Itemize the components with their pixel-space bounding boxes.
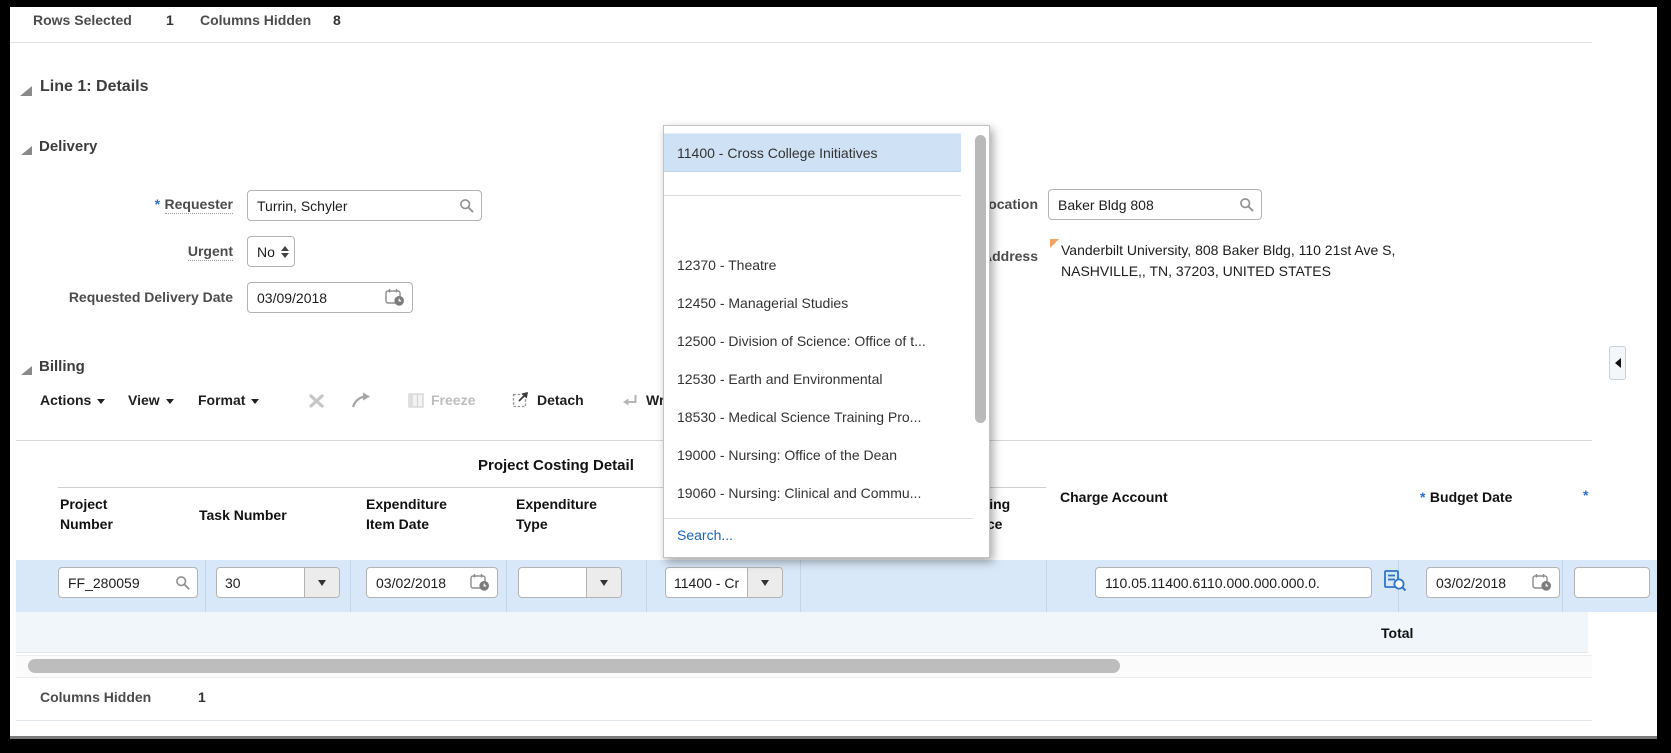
rows-selected-label: Rows Selected	[33, 12, 132, 28]
column-header-expenditure-item-date[interactable]: Expenditure Item Date	[366, 494, 447, 534]
combobox-dropdown-button[interactable]	[586, 568, 621, 597]
budget-date-value: 03/02/2018	[1436, 575, 1532, 591]
column-header-expenditure-type[interactable]: Expenditure Type	[516, 494, 597, 534]
column-separator	[1046, 560, 1047, 612]
required-asterisk: *	[1420, 489, 1425, 505]
actions-menu-label: Actions	[40, 392, 91, 408]
date-picker-icon[interactable]	[470, 573, 491, 592]
chevron-down-icon	[761, 580, 769, 586]
detach-button[interactable]: Detach	[512, 391, 584, 408]
list-item[interactable]: 12370 - Theatre	[664, 246, 961, 284]
charge-account-cell-field[interactable]: 110.05.11400.6110.000.000.000.0.	[1095, 567, 1372, 598]
divider	[10, 42, 1592, 43]
date-picker-icon[interactable]	[1532, 573, 1553, 592]
expenditure-type-value	[519, 568, 586, 597]
list-item[interactable]: 19000 - Nursing: Office of the Dean	[664, 436, 961, 474]
share-arrow-icon	[350, 392, 374, 409]
column-header-charge-account[interactable]: Charge Account	[1060, 487, 1168, 507]
chevron-down-icon	[600, 580, 608, 586]
chevron-left-icon	[1615, 358, 1621, 368]
group-header-project-costing: Project Costing Detail	[478, 456, 634, 476]
deliver-to-address-value: Vanderbilt University, 808 Baker Bldg, 1…	[1061, 240, 1395, 282]
chevron-down-icon	[318, 580, 326, 586]
column-separator	[800, 560, 801, 612]
key-flexfield-search-icon[interactable]	[1382, 568, 1408, 594]
column-header-project-number[interactable]: Project Number	[60, 494, 113, 534]
total-row	[16, 612, 1588, 653]
required-asterisk: *	[1583, 487, 1588, 503]
task-number-cell-combobox[interactable]: 30	[216, 567, 340, 598]
freeze-icon	[408, 393, 424, 408]
wrap-icon	[620, 393, 639, 408]
column-separator	[646, 560, 647, 612]
expenditure-type-cell-combobox[interactable]	[518, 567, 622, 598]
horizontal-scrollbar-thumb[interactable]	[28, 659, 1120, 673]
list-item[interactable]: 19060 - Nursing: Clinical and Commu...	[664, 474, 961, 512]
actions-menu[interactable]: Actions	[40, 392, 105, 408]
columns-hidden-top-label: Columns Hidden	[200, 12, 311, 28]
freeze-button[interactable]: Freeze	[408, 392, 475, 408]
list-item-blank[interactable]	[664, 172, 961, 196]
combobox-dropdown-button[interactable]	[747, 568, 782, 597]
task-number-value: 30	[217, 568, 304, 597]
chevron-down-icon	[251, 399, 259, 404]
detach-label: Detach	[537, 392, 584, 408]
format-menu[interactable]: Format	[198, 392, 259, 408]
total-label: Total	[1381, 623, 1413, 643]
columns-hidden-top-value: 8	[333, 12, 341, 28]
divider	[16, 720, 1592, 721]
budget-date-cell-field[interactable]: 03/02/2018	[1426, 567, 1560, 598]
deliver-to-location-field[interactable]: Baker Bldg 808	[1048, 189, 1262, 220]
requested-delivery-date-field[interactable]: 03/09/2018	[247, 282, 413, 313]
line-details-section-title[interactable]: Line 1: Details	[40, 78, 148, 96]
billing-section-title[interactable]: Billing	[39, 358, 85, 375]
search-icon[interactable]	[175, 575, 191, 591]
application-window: Rows Selected 1 Columns Hidden 8 Line 1:…	[0, 0, 1671, 753]
search-link[interactable]: Search...	[664, 519, 961, 552]
requested-delivery-date-label-row: Requested Delivery Date	[0, 289, 233, 307]
chevron-down-icon	[97, 399, 105, 404]
list-item[interactable]: 12450 - Managerial Studies	[664, 284, 961, 322]
dropdown-scrollbar-thumb[interactable]	[975, 135, 986, 423]
format-menu-label: Format	[198, 392, 245, 408]
list-item-selected[interactable]: 11400 - Cross College Initiatives	[664, 133, 961, 172]
rows-selected-value: 1	[166, 12, 174, 28]
column-separator	[506, 560, 507, 612]
organization-dropdown-list: 11400 - Cross College Initiatives 12370 …	[663, 125, 990, 558]
view-menu-label: View	[128, 392, 160, 408]
expenditure-organization-value: 11400 - Cr	[666, 568, 747, 597]
freeze-label: Freeze	[431, 392, 475, 408]
budget-date-header-label: Budget Date	[1430, 489, 1512, 505]
column-separator	[205, 560, 206, 612]
delete-icon	[308, 393, 326, 409]
combobox-dropdown-button[interactable]	[304, 568, 339, 597]
column-header-budget-date[interactable]: * Budget Date	[1420, 487, 1512, 507]
column-separator	[1562, 560, 1563, 612]
charge-account-value: 110.05.11400.6110.000.000.000.0.	[1105, 575, 1365, 591]
deliver-to-location-value: Baker Bldg 808	[1058, 197, 1239, 213]
project-number-value: FF_280059	[68, 575, 175, 591]
expenditure-item-date-cell-field[interactable]: 03/02/2018	[366, 567, 498, 598]
detach-icon	[512, 391, 530, 408]
columns-hidden-bottom-label: Columns Hidden	[40, 689, 151, 705]
list-item[interactable]: 18530 - Medical Science Training Pro...	[664, 398, 961, 436]
project-number-cell-field[interactable]: FF_280059	[58, 567, 198, 598]
delivery-section-title[interactable]: Delivery	[39, 138, 97, 155]
columns-hidden-bottom-value: 1	[198, 689, 206, 705]
requested-delivery-date-label: Requested Delivery Date	[69, 289, 233, 305]
splitter-collapse-handle[interactable]	[1609, 346, 1626, 380]
expenditure-item-date-value: 03/02/2018	[376, 575, 470, 591]
list-spacer	[664, 196, 989, 246]
view-menu[interactable]: View	[128, 392, 174, 408]
clipped-cell-field[interactable]	[1574, 567, 1650, 598]
chevron-down-icon	[166, 399, 174, 404]
column-header-task-number[interactable]: Task Number	[199, 505, 287, 525]
expenditure-organization-cell-combobox[interactable]: 11400 - Cr	[665, 567, 783, 598]
search-icon[interactable]	[1239, 197, 1255, 213]
requested-delivery-date-value: 03/09/2018	[257, 290, 385, 306]
list-item[interactable]: 12530 - Earth and Environmental	[664, 360, 961, 398]
column-separator	[350, 560, 351, 612]
list-item[interactable]: 12500 - Division of Science: Office of t…	[664, 322, 961, 360]
date-picker-icon[interactable]	[385, 288, 406, 307]
